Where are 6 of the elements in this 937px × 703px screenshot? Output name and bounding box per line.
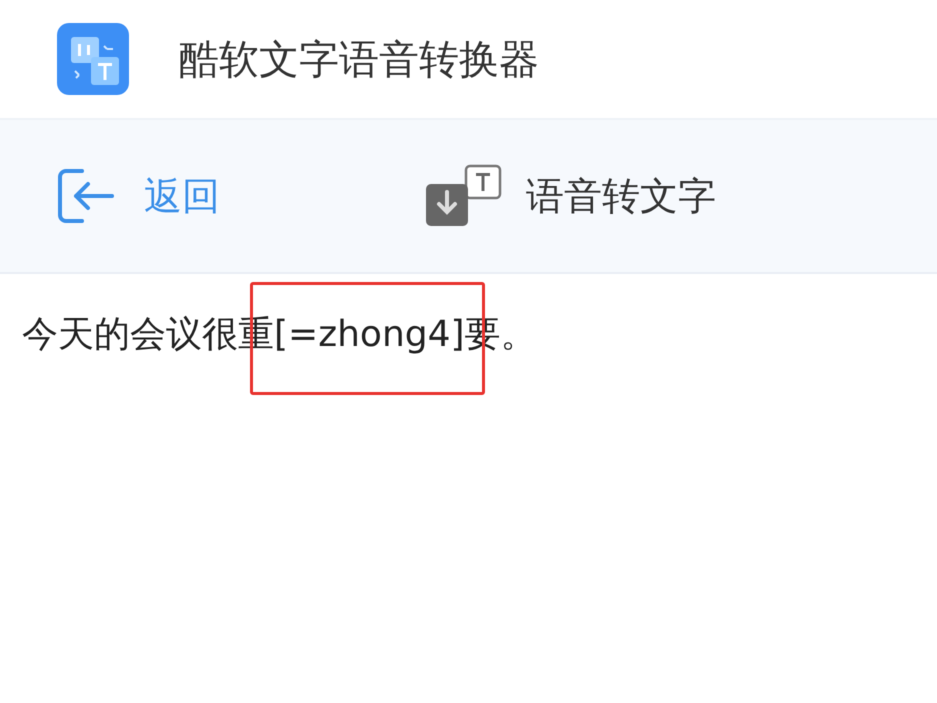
app-logo-icon <box>57 23 129 95</box>
speech-to-text-icon <box>424 164 504 228</box>
back-arrow-icon <box>56 167 116 225</box>
mode-title: 语音转文字 <box>526 172 716 220</box>
back-button[interactable]: 返回 <box>56 167 220 225</box>
app-title: 酷软文字语音转换器 <box>179 36 539 84</box>
